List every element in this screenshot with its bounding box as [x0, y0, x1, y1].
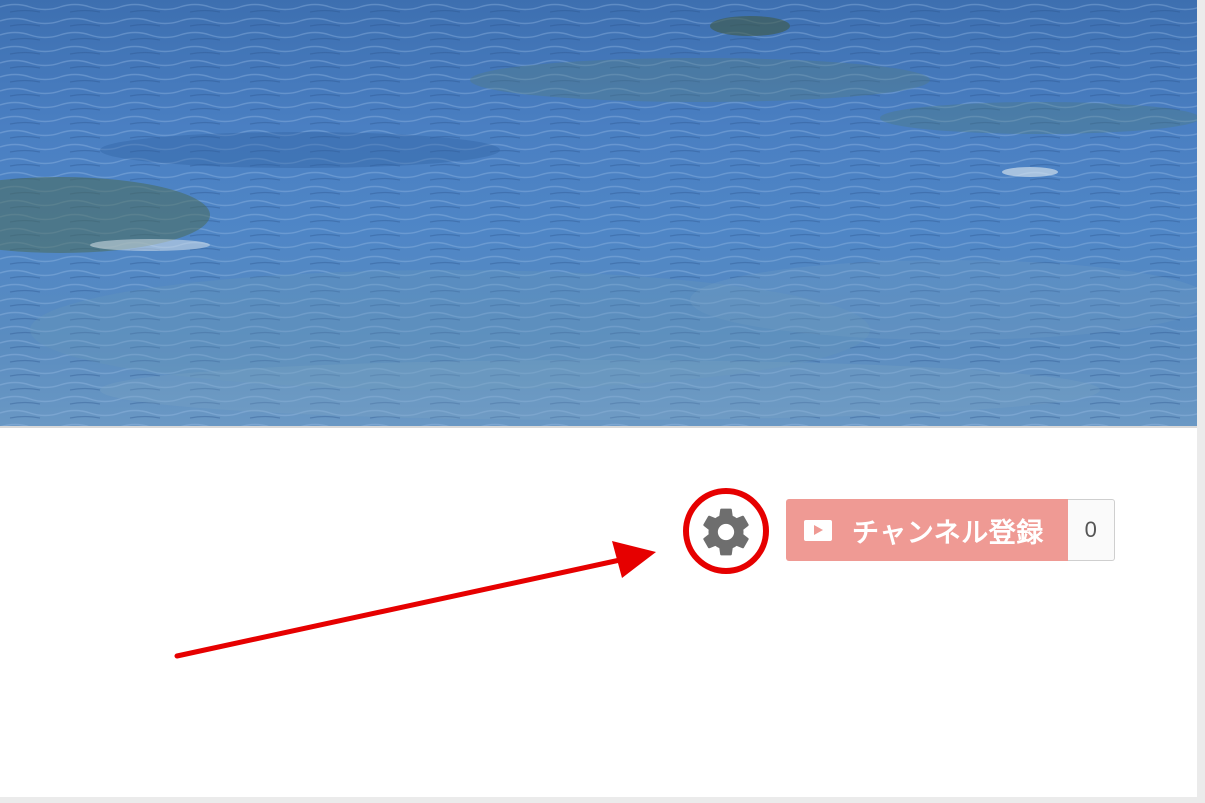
subscribe-button[interactable]: チャンネル登録 [786, 499, 1068, 561]
divider [0, 426, 1197, 428]
channel-banner-image [0, 0, 1197, 426]
settings-button[interactable] [698, 504, 754, 560]
sea-water-photo [0, 0, 1197, 426]
subscribe-label: チャンネル登録 [852, 517, 1044, 549]
page: チャンネル登録 0 [0, 0, 1205, 803]
subscriber-count: 0 [1067, 499, 1115, 561]
gear-icon [703, 508, 749, 556]
channel-card: チャンネル登録 0 [0, 0, 1197, 797]
subscribe-widget: チャンネル登録 0 [786, 499, 1115, 561]
youtube-play-icon [804, 519, 832, 541]
